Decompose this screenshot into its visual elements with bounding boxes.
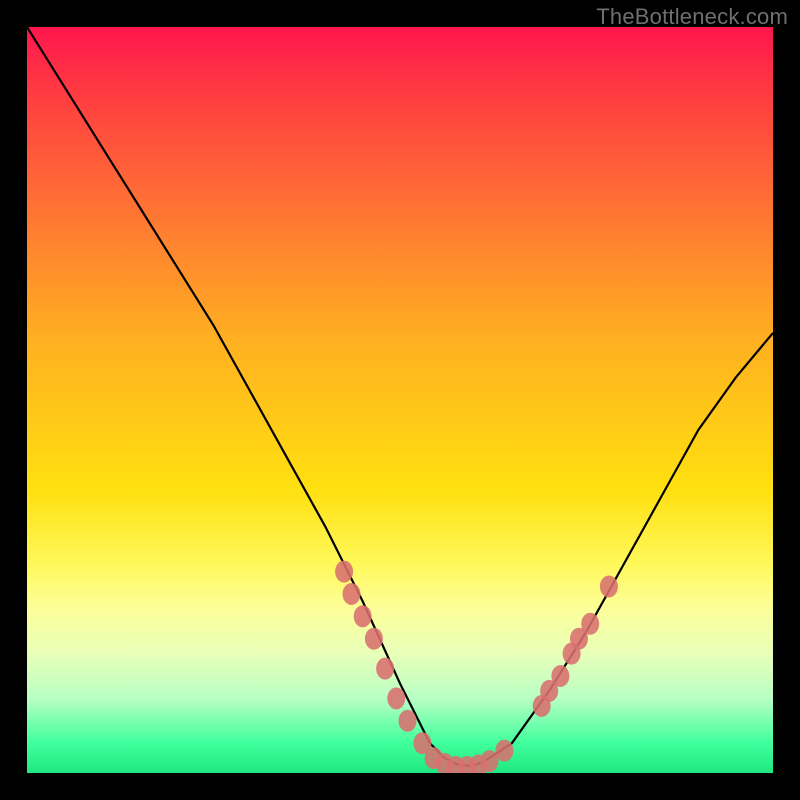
data-marker (335, 561, 353, 583)
data-marker (365, 628, 383, 650)
curve-markers (335, 561, 618, 773)
chart-frame: TheBottleneck.com (0, 0, 800, 800)
bottleneck-curve (27, 27, 773, 766)
data-marker (495, 740, 513, 762)
watermark-text: TheBottleneck.com (596, 4, 788, 30)
data-marker (387, 687, 405, 709)
data-marker (399, 710, 417, 732)
chart-svg (27, 27, 773, 773)
data-marker (551, 665, 569, 687)
data-marker (343, 583, 361, 605)
data-marker (581, 613, 599, 635)
plot-area (27, 27, 773, 773)
data-marker (376, 658, 394, 680)
data-marker (600, 576, 618, 598)
data-marker (354, 605, 372, 627)
